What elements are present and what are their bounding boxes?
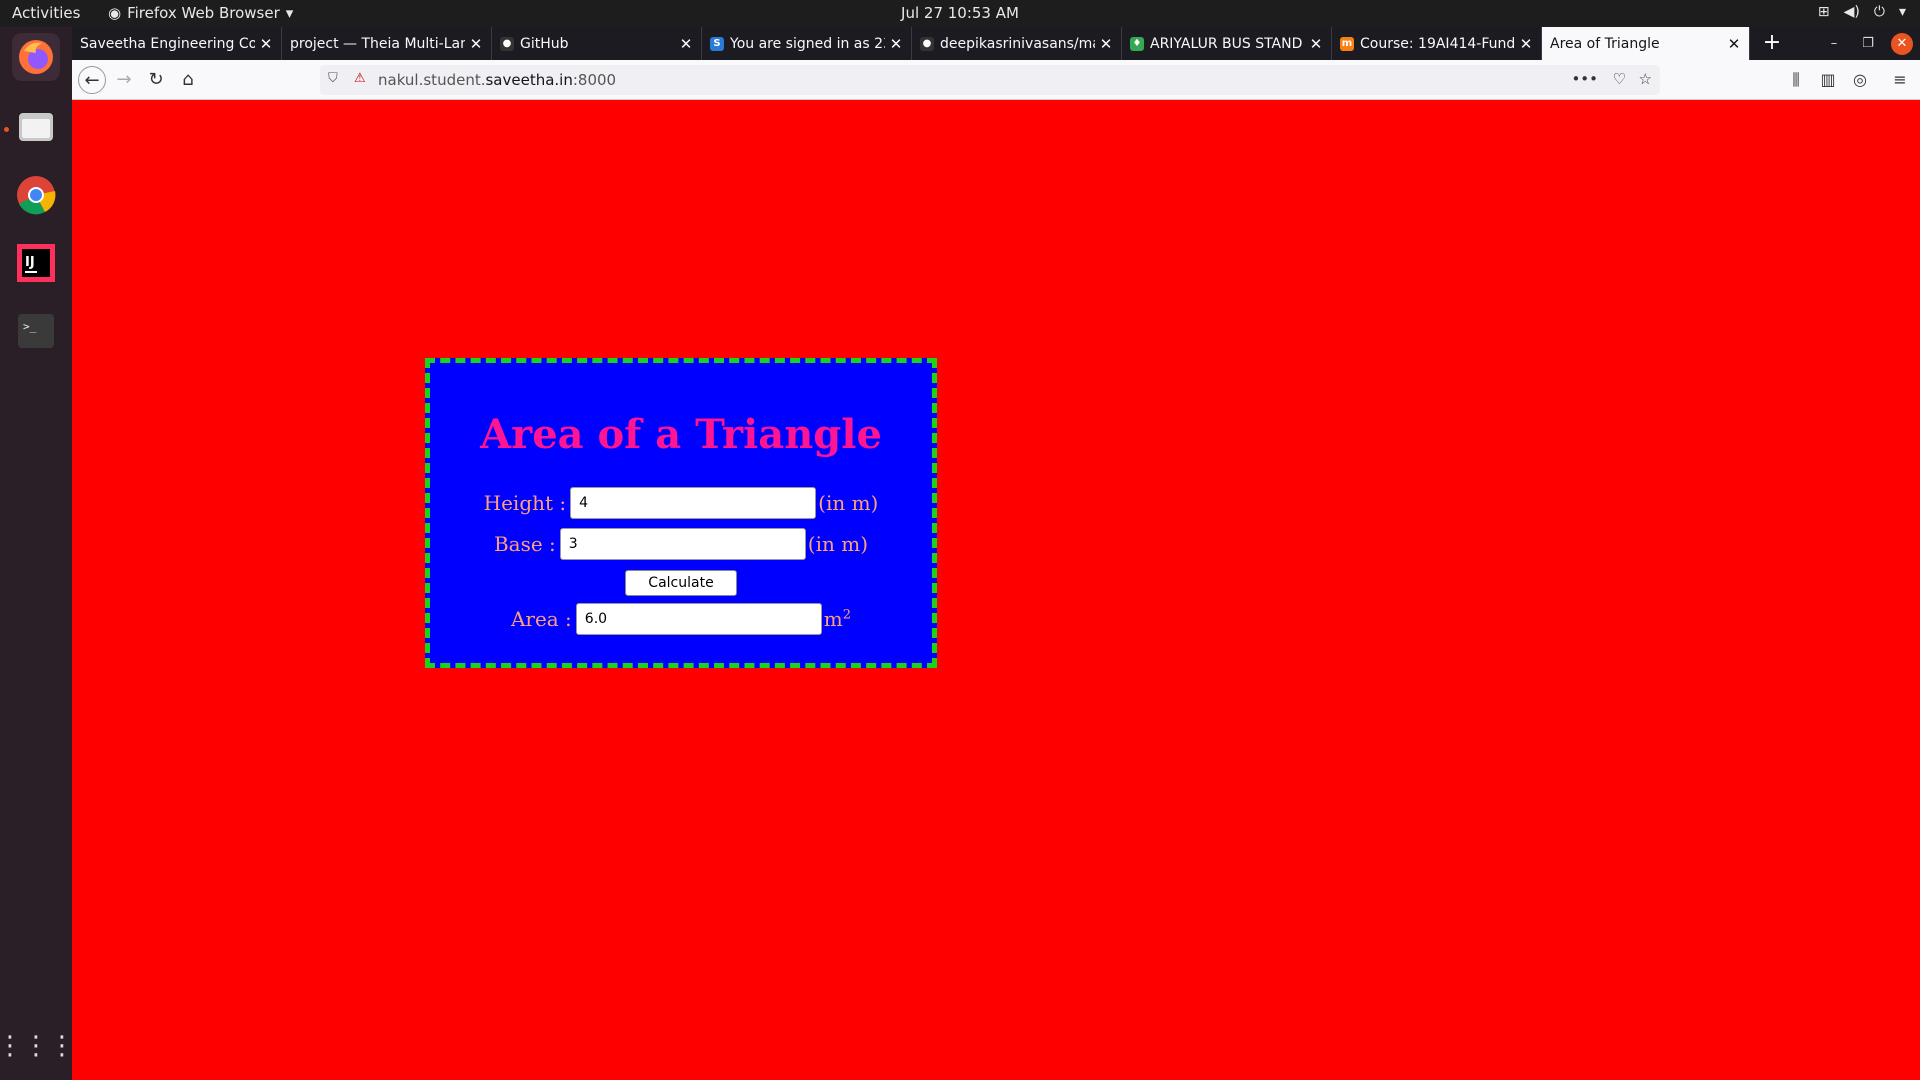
tab-title: ARIYALUR BUS STAND <box>1150 35 1303 52</box>
tab[interactable]: S You are signed in as 23 ✕ <box>702 27 912 60</box>
more-actions-icon[interactable]: ••• <box>1571 70 1598 88</box>
calculate-button[interactable]: Calculate <box>625 570 737 596</box>
tab-active[interactable]: Area of Triangle ✕ <box>1542 27 1750 60</box>
new-tab-button[interactable]: + <box>1756 27 1788 60</box>
intellij-icon[interactable]: IJ <box>12 239 60 287</box>
height-row: Height : (in m) <box>430 487 932 519</box>
insecure-lock-icon[interactable]: ⚠ <box>354 71 366 86</box>
area-unit: m2 <box>823 607 852 631</box>
base-row: Base : (in m) <box>430 528 932 560</box>
height-input[interactable] <box>570 487 817 519</box>
tab[interactable]: ● deepikasrinivasans/ma ✕ <box>912 27 1122 60</box>
tab[interactable]: ♦ ARIYALUR BUS STAND ✕ <box>1122 27 1332 60</box>
account-icon[interactable]: ◎ <box>1846 66 1874 94</box>
svg-text:IJ: IJ <box>25 255 35 270</box>
chrome-icon[interactable] <box>12 171 60 219</box>
pocket-icon[interactable]: ♡ <box>1613 70 1626 88</box>
network-icon: ⊞ <box>1817 4 1830 20</box>
close-icon[interactable]: ✕ <box>255 35 277 53</box>
moodle-icon: m <box>1340 36 1354 51</box>
shield-icon[interactable]: ⛉ <box>328 71 338 86</box>
height-label: Height : <box>483 491 567 515</box>
tab-title: You are signed in as 23 <box>730 35 885 52</box>
tab-bar: Saveetha Engineering Col ✕ project — The… <box>72 27 1920 60</box>
page-title: Area of a Triangle <box>480 411 882 458</box>
forward-arrow-icon[interactable]: → <box>110 66 138 94</box>
sidebar-icon[interactable]: ▥ <box>1814 66 1842 94</box>
close-icon[interactable]: ✕ <box>1515 35 1537 53</box>
system-tray[interactable]: ⊞ ◀) ⏻ ▾ <box>1818 4 1906 20</box>
area-output[interactable] <box>575 603 822 635</box>
firefox-icon[interactable] <box>12 33 60 81</box>
area-row: Area : m2 <box>430 603 932 635</box>
files-icon[interactable] <box>12 103 60 151</box>
page-viewport: Area of a Triangle Height : (in m) Base … <box>72 100 1920 1080</box>
app-grid-icon[interactable]: ⋮⋮⋮ <box>0 1022 75 1070</box>
tab[interactable]: Saveetha Engineering Col ✕ <box>72 27 282 60</box>
navigation-toolbar: ← → ↻ ⌂ ⛉ ⚠ nakul.student.saveetha.in:80… <box>72 60 1920 100</box>
close-icon[interactable]: ✕ <box>1723 35 1745 53</box>
area-label: Area : <box>510 607 572 631</box>
tab[interactable]: project — Theia Multi-Lan ✕ <box>282 27 492 60</box>
base-unit: (in m) <box>807 532 869 556</box>
volume-icon: ◀) <box>1843 4 1860 20</box>
close-icon[interactable]: ✕ <box>1095 35 1117 53</box>
system-top-bar: Activities ◉ Firefox Web Browser ▾ Jul 2… <box>0 0 1920 27</box>
close-icon[interactable]: ✕ <box>675 35 697 53</box>
home-icon[interactable]: ⌂ <box>174 66 202 94</box>
calculate-row: Calculate <box>430 570 932 596</box>
power-icon: ⏻ <box>1873 4 1885 20</box>
base-label: Base : <box>493 532 556 556</box>
url-text[interactable]: nakul.student.saveetha.in:8000 <box>378 71 616 89</box>
running-indicator <box>4 127 9 132</box>
map-pin-icon: ♦ <box>1130 36 1144 51</box>
skillrack-icon: S <box>710 36 724 51</box>
bookmark-star-icon[interactable]: ☆ <box>1639 70 1652 88</box>
height-unit: (in m) <box>818 491 879 515</box>
tab[interactable]: ● GitHub ✕ <box>492 27 702 60</box>
clock[interactable]: Jul 27 10:53 AM <box>0 4 1920 22</box>
triangle-form: Area of a Triangle Height : (in m) Base … <box>425 358 937 668</box>
close-icon[interactable]: ✕ <box>1305 35 1327 53</box>
tab-title: Course: 19AI414-Fund <box>1360 35 1515 52</box>
tab-title: deepikasrinivasans/ma <box>940 35 1095 52</box>
dock: IJ >_ ⋮⋮⋮ <box>0 27 75 1080</box>
reload-icon[interactable]: ↻ <box>142 66 170 94</box>
library-icon[interactable]: ⫼ <box>1782 66 1810 94</box>
tab[interactable]: m Course: 19AI414-Fund ✕ <box>1332 27 1542 60</box>
restore-icon[interactable]: ❐ <box>1857 33 1879 55</box>
url-bar[interactable]: ⛉ ⚠ nakul.student.saveetha.in:8000 ••• ♡… <box>320 65 1660 95</box>
tab-title: Saveetha Engineering Col <box>80 35 255 52</box>
tab-title: project — Theia Multi-Lan <box>290 35 465 52</box>
close-window-icon[interactable]: ✕ <box>1891 33 1913 55</box>
tab-title: GitHub <box>520 35 569 52</box>
close-icon[interactable]: ✕ <box>885 35 907 53</box>
hamburger-menu-icon[interactable]: ≡ <box>1886 66 1914 94</box>
tab-title: Area of Triangle <box>1550 35 1660 52</box>
terminal-icon[interactable]: >_ <box>12 307 60 355</box>
chevron-down-icon: ▾ <box>1898 4 1906 20</box>
base-input[interactable] <box>559 528 806 560</box>
back-arrow-icon[interactable]: ← <box>78 66 106 94</box>
github-icon: ● <box>920 36 934 51</box>
github-icon: ● <box>500 36 514 51</box>
svg-text:>_: >_ <box>23 320 37 333</box>
minimize-icon[interactable]: – <box>1823 33 1845 55</box>
close-icon[interactable]: ✕ <box>465 35 487 53</box>
